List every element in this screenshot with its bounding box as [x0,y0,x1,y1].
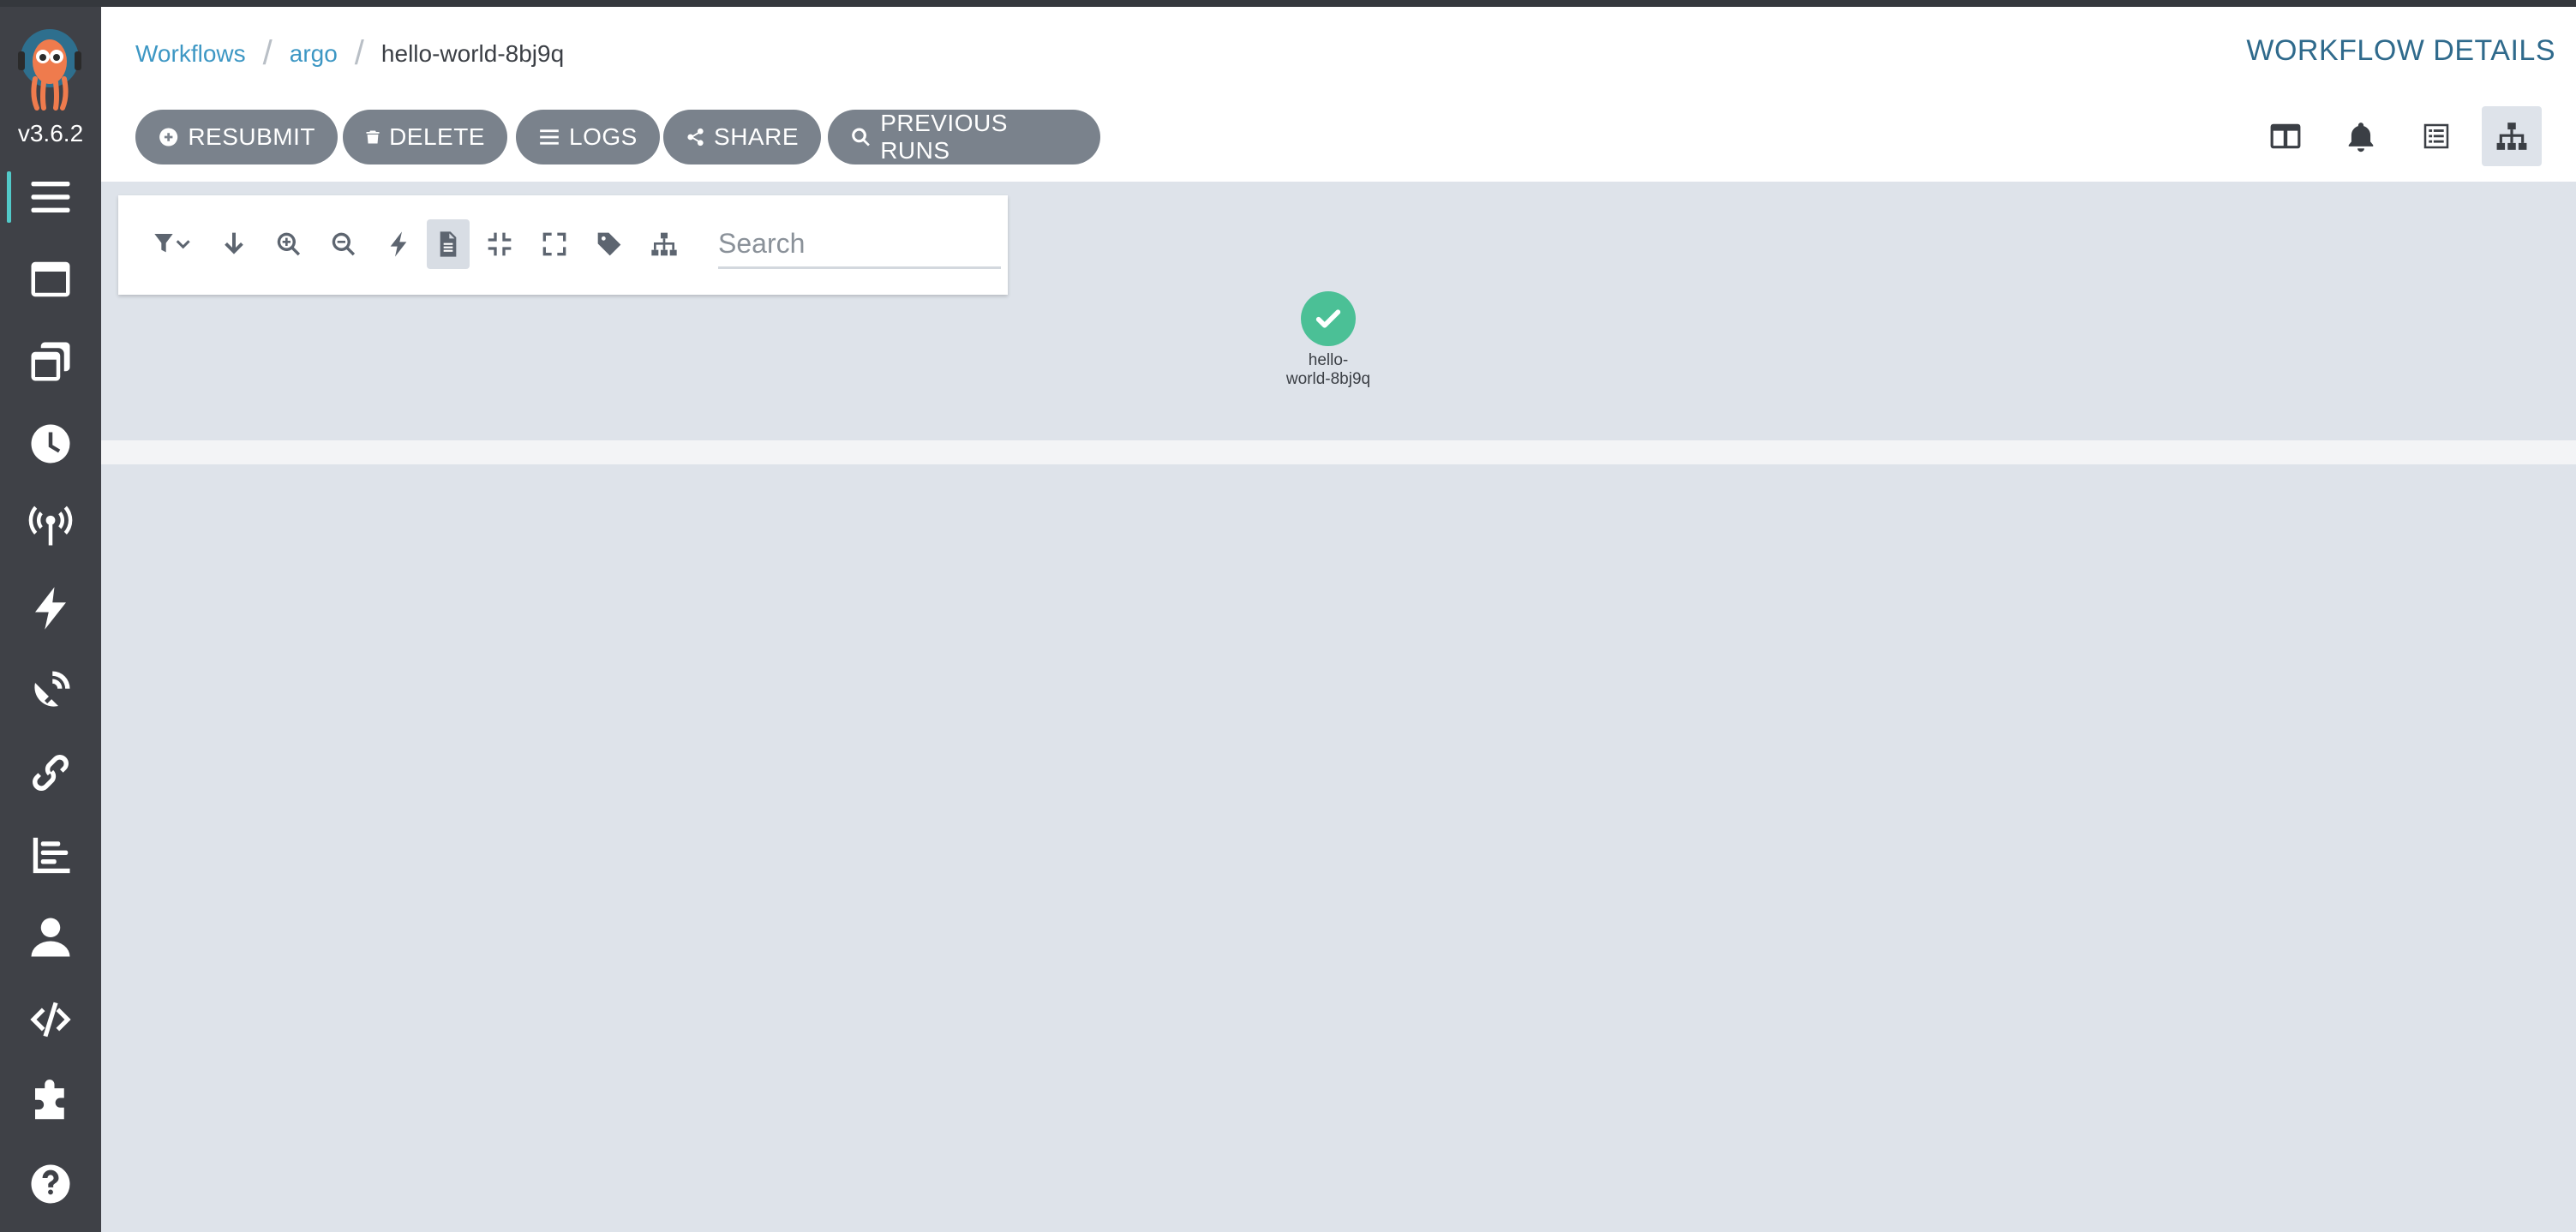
bolt-icon [390,231,407,257]
workflow-graph-panel: hello- world-8bj9q [101,182,2562,440]
page-title: WORKFLOW DETAILS [2246,34,2555,67]
code-icon [30,1002,71,1038]
bolt-icon [35,587,66,630]
plus-circle-icon [159,128,178,147]
hierarchy-layout-button[interactable] [643,219,686,269]
logs-button[interactable]: LOGS [516,110,660,164]
zoom-out-icon [332,232,356,256]
broadcast-tower-icon [28,505,73,546]
app-version: v3.6.2 [17,120,84,147]
sidebar-item-event-sources[interactable] [0,492,101,560]
clone-icon [31,342,70,381]
clock-icon [31,424,70,463]
compress-icon [488,232,512,256]
delete-button[interactable]: DELETE [343,110,507,164]
chart-bar-icon [33,837,70,874]
bars-icon [31,182,70,212]
zoom-in-button[interactable] [267,219,310,269]
node-label-line: world-8bj9q [1285,370,1371,388]
share-button[interactable]: SHARE [663,110,821,164]
sidebar-item-workflow-templates[interactable] [0,245,101,314]
arrow-down-icon [225,232,243,254]
labels-toggle-button[interactable] [588,219,631,269]
question-circle-icon [31,1164,70,1204]
breadcrumb-workflow-name: hello-world-8bj9q [380,39,565,67]
argo-logo[interactable] [15,26,85,111]
node-status-succeeded[interactable] [1301,291,1356,346]
breadcrumb-workflows[interactable]: Workflows [135,40,246,68]
breadcrumb-separator: / [354,34,364,72]
panel-divider [101,440,2576,464]
download-button[interactable] [213,219,255,269]
sidebar-item-workflows[interactable] [0,163,101,231]
sidebar-item-user-info[interactable] [0,903,101,972]
workflow-node[interactable]: hello- world-8bj9q [1286,291,1370,388]
file-alt-icon [440,231,457,257]
graph-view-button[interactable] [2482,106,2542,166]
top-bar: Workflows / argo / hello-world-8bj9q WOR… [101,7,2576,93]
node-label: hello- world-8bj9q [1255,351,1401,389]
fullscreen-button[interactable] [533,219,576,269]
fast-layout-button[interactable] [377,219,420,269]
window-top-strip [0,0,2576,7]
events-button[interactable] [2331,106,2391,166]
sitemap-icon [651,232,677,256]
columns-icon [2270,123,2301,149]
graph-options-panel [118,195,1008,295]
filter-dropdown[interactable] [144,219,204,269]
sidebar-item-archived-workflows[interactable] [0,821,101,889]
satellite-dish-icon [34,671,70,707]
window-icon [31,261,70,297]
logs-label: LOGS [569,123,638,150]
sidebar: v3.6.2 [0,7,101,1232]
sidebar-item-cluster-workflow-templates[interactable] [0,327,101,396]
sidebar-item-cron-workflows[interactable] [0,410,101,478]
trash-icon [366,130,380,144]
delete-label: DELETE [389,123,485,150]
expand-icon [542,232,566,256]
breadcrumb: Workflows / argo / hello-world-8bj9q [135,34,564,73]
check-icon [1315,309,1341,328]
timeline-view-button[interactable] [2406,106,2466,166]
bell-icon [2348,123,2374,153]
sidebar-item-help[interactable] [0,1150,101,1218]
share-alt-icon [687,128,704,147]
sidebar-item-api-docs[interactable] [0,985,101,1054]
puzzle-piece-icon [35,1079,64,1120]
list-alt-icon [2423,123,2449,149]
zoom-out-button[interactable] [322,219,365,269]
search-icon [852,128,870,147]
sidebar-item-event-flow[interactable] [0,656,101,725]
bars-icon [540,129,559,145]
sidebar-item-workflow-event-bindings[interactable] [0,739,101,807]
user-icon [31,918,70,957]
artifacts-toggle-button[interactable] [427,219,470,269]
resubmit-button[interactable]: RESUBMIT [135,110,338,164]
sitemap-icon [2496,123,2527,150]
share-label: SHARE [714,123,799,150]
breadcrumb-namespace[interactable]: argo [290,40,338,68]
zoom-in-icon [277,232,301,256]
node-label-line: hello- [1308,351,1349,369]
previous-runs-button[interactable]: PREVIOUS RUNS [828,110,1100,164]
graph-search-input[interactable] [718,221,1001,269]
resubmit-label: RESUBMIT [188,123,315,150]
sidebar-item-plugins[interactable] [0,1068,101,1136]
split-view-button[interactable] [2255,106,2315,166]
action-toolbar: RESUBMIT DELETE LOGS SHARE PREVIOUS RUNS [101,93,2576,182]
filter-chevron-icon [154,234,190,253]
tag-icon [597,232,621,256]
sidebar-item-sensors[interactable] [0,574,101,643]
breadcrumb-separator: / [262,34,273,72]
collapse-button[interactable] [478,219,521,269]
link-icon [33,755,69,791]
previous-runs-label: PREVIOUS RUNS [880,110,1008,164]
